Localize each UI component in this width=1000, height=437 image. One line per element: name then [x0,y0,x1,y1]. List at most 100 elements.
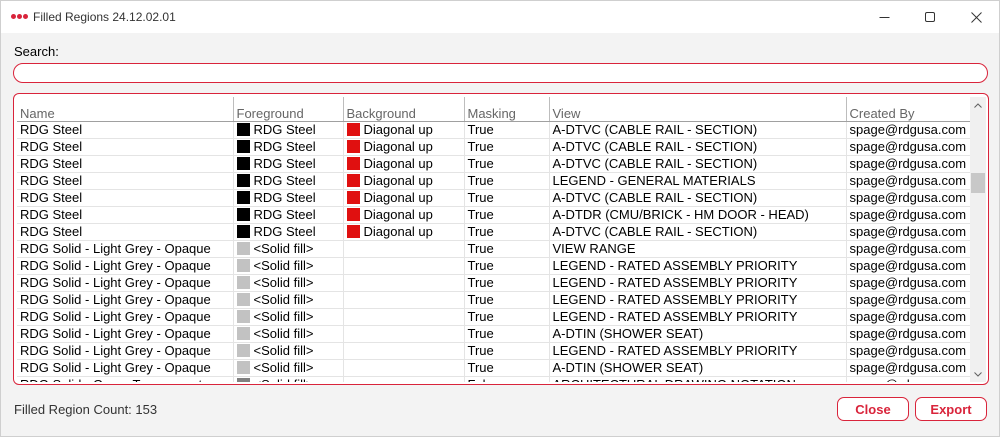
column-header-name[interactable]: Name [17,97,234,122]
cell-name: RDG Solid - Light Grey - Opaque [17,240,234,258]
close-window-button[interactable] [953,1,999,33]
table-row[interactable]: RDG Steel RDG Steel Diagonal up True A-DTVC … [17,223,970,241]
cell-masking: True [464,325,550,343]
cell-name: RDG Solid - Grey - Transparent [17,376,234,382]
cell-name-text: RDG Steel [20,138,83,154]
search-input[interactable] [13,63,988,83]
cell-name-text: RDG Steel [20,189,83,205]
cell-background [343,240,465,258]
cell-foreground: RDG Steel [233,189,344,207]
cell-name-text: RDG Steel [20,121,83,137]
table-row[interactable]: RDG Steel RDG Steel Diagonal up True A-DTVC … [17,138,970,156]
cell-foreground-text: RDG Steel [253,138,316,154]
cell-view-text: A-DTVC (CABLE RAIL - SECTION) [552,138,758,154]
cell-masking: True [464,223,550,241]
table-row[interactable]: RDG Solid - Light Grey - Opaque <Solid fi… [17,240,970,258]
cell-background [343,274,465,292]
column-header-masking[interactable]: Masking [464,97,550,122]
cell-view-text: A-DTVC (CABLE RAIL - SECTION) [552,155,758,171]
table-row[interactable]: RDG Solid - Light Grey - Opaque <Solid fi… [17,342,970,360]
cell-name-text: RDG Solid - Light Grey - Opaque [20,257,211,273]
cell-background [343,325,465,343]
cell-masking: True [464,121,550,139]
chevron-up-icon [974,102,982,108]
scroll-down-button[interactable] [970,366,986,382]
cell-created-by: spage@rdgusa.com [846,206,970,224]
vertical-scrollbar[interactable] [970,97,986,382]
close-button[interactable]: Close [837,397,909,421]
cell-created-by-text: spage@rdgusa.com [849,308,967,324]
cell-masking-text: True [467,342,494,358]
filled-regions-grid[interactable]: Name Foreground Background Masking View … [13,93,989,385]
table-row[interactable]: RDG Solid - Light Grey - Opaque <Solid fi… [17,308,970,326]
cell-created-by: spage@rdgusa.com [846,359,970,377]
cell-foreground: <Solid fill> [233,325,344,343]
table-header-row: Name Foreground Background Masking View … [17,97,970,122]
table-row[interactable]: RDG Solid - Light Grey - Opaque <Solid fi… [17,274,970,292]
table-row[interactable]: RDG Solid - Light Grey - Opaque <Solid fi… [17,291,970,309]
color-swatch [236,377,250,382]
cell-masking-text: True [467,359,494,375]
cell-created-by: spage@rdgusa.com [846,155,970,173]
table-row[interactable]: RDG Steel RDG Steel Diagonal up True A-DTVC … [17,121,970,139]
cell-foreground-text: RDG Steel [253,223,316,239]
cell-created-by: spage@rdgusa.com [846,342,970,360]
cell-foreground: <Solid fill> [233,240,344,258]
filled-regions-window: Filled Regions 24.12.02.01 Search: Name [0,0,1000,437]
cell-created-by-text: spage@rdgusa.com [849,342,967,358]
cell-background [343,376,465,382]
app-dots-icon [11,12,29,22]
color-swatch [346,122,360,136]
cell-view-text: LEGEND - RATED ASSEMBLY PRIORITY [552,291,798,307]
color-swatch [346,207,360,221]
cell-view: LEGEND - RATED ASSEMBLY PRIORITY [549,257,847,275]
export-button[interactable]: Export [915,397,987,421]
cell-foreground: <Solid fill> [233,376,344,382]
table-row[interactable]: RDG Steel RDG Steel Diagonal up True A-DTDR … [17,206,970,224]
cell-masking: True [464,274,550,292]
cell-view: A-DTDR (CMU/BRICK - HM DOOR - HEAD) [549,206,847,224]
cell-name: RDG Steel [17,206,234,224]
cell-masking-text: True [467,291,494,307]
cell-foreground-text: RDG Steel [253,121,316,137]
column-header-view[interactable]: View [549,97,847,122]
cell-background: Diagonal up [343,138,465,156]
cell-name-text: RDG Steel [20,206,83,222]
minimize-icon [879,16,889,18]
cell-view-text: A-DTVC (CABLE RAIL - SECTION) [552,223,758,239]
window-title: Filled Regions 24.12.02.01 [33,10,176,24]
cell-created-by-text: spage@rdgusa.com [849,291,967,307]
cell-foreground: <Solid fill> [233,257,344,275]
cell-view-text: A-DTVC (CABLE RAIL - SECTION) [552,121,758,137]
column-header-background[interactable]: Background [343,97,465,122]
table-row[interactable]: RDG Steel RDG Steel Diagonal up True LEGEND … [17,172,970,190]
cell-background [343,342,465,360]
filled-regions-table: Name Foreground Background Masking View … [17,97,970,382]
cell-created-by-text: spage@rdgusa.com [849,121,967,137]
cell-view-text: A-DTVC (CABLE RAIL - SECTION) [552,189,758,205]
table-row[interactable]: RDG Steel RDG Steel Diagonal up True A-DTVC … [17,189,970,207]
cell-foreground-text: RDG Steel [253,206,316,222]
minimize-button[interactable] [861,1,907,33]
column-header-created-by[interactable]: Created By [846,97,970,122]
color-swatch [236,309,250,323]
table-row[interactable]: RDG Solid - Light Grey - Opaque <Solid fi… [17,359,970,377]
cell-name: RDG Solid - Light Grey - Opaque [17,274,234,292]
cell-view: LEGEND - RATED ASSEMBLY PRIORITY [549,308,847,326]
table-row[interactable]: RDG Solid - Light Grey - Opaque <Solid fi… [17,325,970,343]
scroll-thumb[interactable] [971,173,985,193]
scroll-up-button[interactable] [970,97,986,113]
color-swatch [236,190,250,204]
color-swatch [236,326,250,340]
column-header-foreground[interactable]: Foreground [233,97,344,122]
cell-masking: True [464,189,550,207]
cell-name: RDG Steel [17,189,234,207]
table-row[interactable]: RDG Solid - Grey - Transparent <Solid fil… [17,376,970,382]
cell-created-by: spage@rdgusa.com [846,291,970,309]
table-row[interactable]: RDG Solid - Light Grey - Opaque <Solid fi… [17,257,970,275]
table-row[interactable]: RDG Steel RDG Steel Diagonal up True A-DTVC … [17,155,970,173]
cell-foreground-text: <Solid fill> [253,291,314,307]
maximize-button[interactable] [907,1,953,33]
cell-created-by: spage@rdgusa.com [846,172,970,190]
cell-view: ARCHITECTURAL DRAWING NOTATION [549,376,847,382]
